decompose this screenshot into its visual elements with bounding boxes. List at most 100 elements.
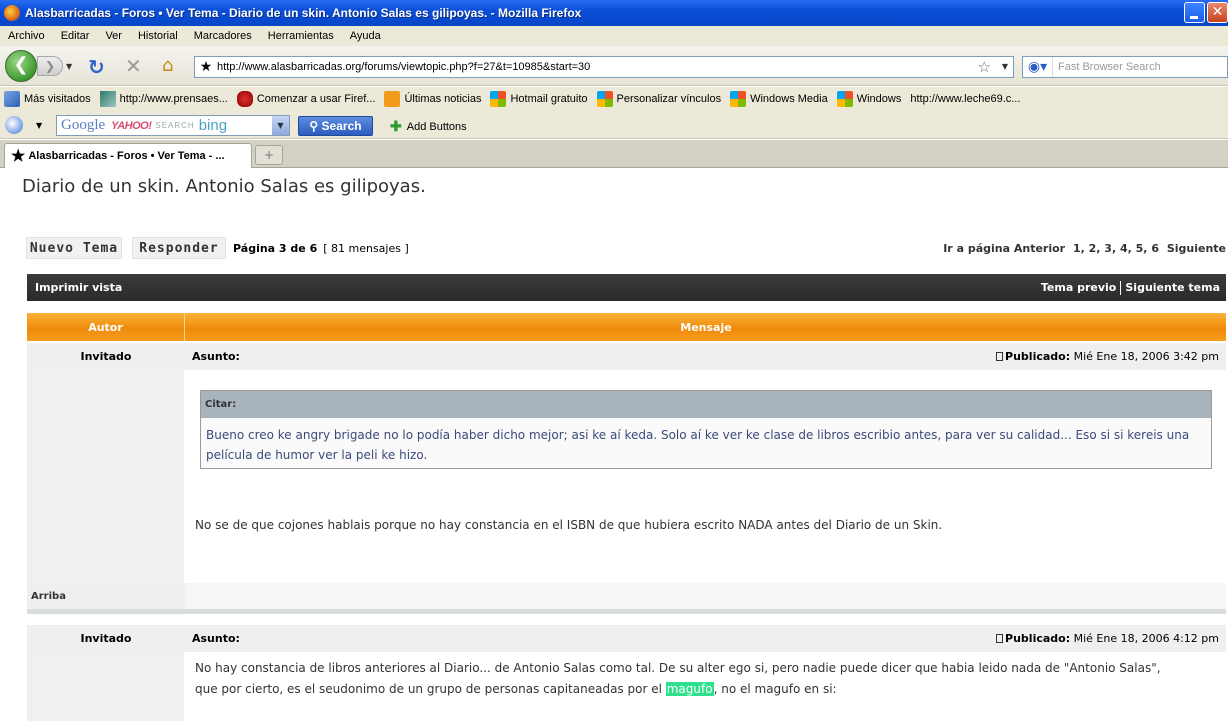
search-toolbar: ▼ Google YAHOO! SEARCH bing ▼ ⚲ Search ✚…: [0, 111, 1228, 139]
url-dropdown-icon[interactable]: ▼: [1002, 62, 1008, 71]
back-button[interactable]: ❮: [5, 50, 37, 82]
search-box[interactable]: ◉▾ Fast Browser Search: [1022, 56, 1228, 78]
post-icon[interactable]: [996, 634, 1004, 643]
menu-historial[interactable]: Historial: [130, 30, 186, 42]
message-column-header: Mensaje: [680, 320, 732, 334]
menu-archivo[interactable]: Archivo: [0, 30, 53, 42]
quote-label: Citar:: [201, 391, 1211, 418]
page-link-3: 3: [1104, 242, 1112, 255]
next-page-link[interactable]: Siguiente: [1167, 242, 1226, 255]
bookmark-star-icon[interactable]: ☆: [978, 58, 991, 76]
page-link-1[interactable]: 1: [1073, 242, 1081, 255]
post-body: No hay constancia de libros anteriores a…: [195, 658, 1220, 700]
engine-dropdown-icon[interactable]: ▼: [36, 121, 42, 130]
combo-dropdown-icon[interactable]: ▼: [272, 116, 289, 135]
bookmark-windows-media[interactable]: Windows Media: [730, 91, 828, 107]
posts-header: Autor Mensaje: [27, 313, 1226, 341]
menu-herramientas[interactable]: Herramientas: [260, 30, 342, 42]
bookmark-comenzar-firefox[interactable]: Comenzar a usar Firef...: [236, 91, 375, 107]
top-link[interactable]: Arriba: [27, 583, 185, 609]
bookmark-folder-icon: [4, 91, 20, 107]
author-column: [27, 343, 185, 583]
menu-ayuda[interactable]: Ayuda: [342, 30, 389, 42]
reply-button[interactable]: Responder: [132, 237, 226, 259]
windows-flag-icon: [490, 91, 507, 107]
topic-action-row: Nuevo Tema Responder Página 3 de 6[ 81 m…: [26, 237, 1228, 259]
post-published: Publicado: Mié Ene 18, 2006 4:12 pm: [996, 632, 1219, 645]
bing-logo: bing: [198, 117, 228, 134]
menu-marcadores[interactable]: Marcadores: [186, 30, 260, 42]
reload-icon[interactable]: ↻: [88, 55, 105, 79]
page-link-6[interactable]: 6: [1151, 242, 1159, 255]
separator: [1120, 281, 1122, 295]
pagination: Ir a página Anterior 1, 2, 3, 4, 5, 6 Si…: [943, 242, 1226, 255]
window-titlebar: Alasbarricadas - Foros • Ver Tema - Diar…: [0, 0, 1228, 26]
search-word: SEARCH: [155, 121, 195, 130]
post-footer: [27, 583, 1226, 609]
windows-flag-icon: [836, 91, 853, 107]
yahoo-logo: YAHOO!: [111, 119, 152, 132]
window-title: Alasbarricadas - Foros • Ver Tema - Diar…: [25, 6, 582, 20]
windows-flag-icon: [730, 91, 747, 107]
firefox-start-icon: [236, 91, 253, 107]
tab-alasbarricadas[interactable]: ★ Alasbarricadas - Foros • Ver Tema - ..…: [4, 143, 252, 168]
minimize-button[interactable]: [1184, 2, 1205, 23]
site-icon: [99, 91, 116, 107]
bookmark-windows[interactable]: Windows: [836, 91, 901, 107]
bookmark-ultimas-noticias[interactable]: Últimas noticias: [384, 91, 481, 107]
prev-page-link[interactable]: Anterior: [1014, 242, 1065, 255]
page-link-5[interactable]: 5: [1136, 242, 1144, 255]
bookmark-mas-visitados[interactable]: Más visitados: [4, 91, 91, 107]
next-topic-link[interactable]: Siguiente tema: [1125, 281, 1220, 295]
page-link-2[interactable]: 2: [1089, 242, 1097, 255]
page-link-4[interactable]: 4: [1120, 242, 1128, 255]
stop-icon[interactable]: ✕: [125, 54, 142, 78]
page-content: Diario de un skin. Antonio Salas es gili…: [0, 168, 1228, 721]
close-button[interactable]: ✕: [1207, 2, 1228, 23]
search-button[interactable]: ⚲ Search: [298, 116, 373, 136]
prev-topic-link[interactable]: Tema previo: [1041, 281, 1116, 295]
home-icon[interactable]: ⌂: [162, 55, 173, 76]
new-tab-button[interactable]: +: [255, 145, 283, 165]
menu-bar: Archivo Editar Ver Historial Marcadores …: [0, 26, 1228, 46]
post-1: Invitado Asunto: Publicado: Mié Ene 18, …: [27, 343, 1226, 609]
goto-label: Ir a página: [943, 242, 1011, 255]
author-column-header: Autor: [27, 313, 185, 341]
topic-title[interactable]: Diario de un skin. Antonio Salas es gili…: [22, 176, 426, 197]
toolbar-engine-icon[interactable]: [5, 116, 23, 134]
search-engine-icon[interactable]: ◉▾: [1023, 57, 1053, 77]
post-subject-label: Asunto:: [192, 632, 240, 645]
multi-search-combo[interactable]: Google YAHOO! SEARCH bing ▼: [56, 115, 290, 136]
quote-block: Citar: Bueno creo ke angry brigade no lo…: [200, 390, 1212, 469]
new-topic-button[interactable]: Nuevo Tema: [26, 237, 122, 259]
tab-strip: ★ Alasbarricadas - Foros • Ver Tema - ..…: [0, 140, 1228, 168]
menu-editar[interactable]: Editar: [53, 30, 98, 42]
bookmark-leche69[interactable]: http://www.leche69.c...: [910, 93, 1020, 105]
post-body: No se de que cojones hablais porque no h…: [195, 518, 943, 532]
windows-flag-icon: [596, 91, 613, 107]
bookmarks-toolbar: Más visitados http://www.prensaes... Com…: [0, 87, 1228, 111]
post-author: Invitado: [80, 632, 132, 645]
topic-nav-bar: Imprimir vista Tema previo Siguiente tem…: [27, 274, 1226, 301]
bookmark-hotmail[interactable]: Hotmail gratuito: [490, 91, 588, 107]
post-subject-label: Asunto:: [192, 350, 240, 363]
url-bar[interactable]: ★ http://www.alasbarricadas.org/forums/v…: [194, 56, 1014, 78]
print-view-link[interactable]: Imprimir vista: [35, 281, 122, 294]
plus-icon: ✚: [390, 118, 402, 134]
url-text[interactable]: http://www.alasbarricadas.org/forums/vie…: [217, 61, 590, 73]
add-buttons-button[interactable]: ✚ Add Buttons: [390, 118, 467, 135]
post-author: Invitado: [80, 350, 132, 363]
post-icon[interactable]: [996, 352, 1004, 361]
post-divider: [27, 609, 1226, 614]
search-placeholder[interactable]: Fast Browser Search: [1058, 61, 1161, 73]
highlighted-word: magufo: [665, 682, 714, 696]
post-2: Invitado Asunto: Publicado: Mié Ene 18, …: [27, 625, 1226, 721]
bookmark-personalizar-vinculos[interactable]: Personalizar vínculos: [596, 91, 721, 107]
quote-text: Bueno creo ke angry brigade no lo podía …: [206, 428, 1190, 462]
bookmark-prensaes[interactable]: http://www.prensaes...: [99, 91, 228, 107]
forward-button[interactable]: ❯: [37, 56, 63, 76]
menu-ver[interactable]: Ver: [97, 30, 130, 42]
firefox-icon: [4, 5, 20, 21]
post-body-line-2: que por cierto, es el seudonimo de un gr…: [195, 682, 837, 696]
history-dropdown-icon[interactable]: ▼: [66, 62, 72, 71]
